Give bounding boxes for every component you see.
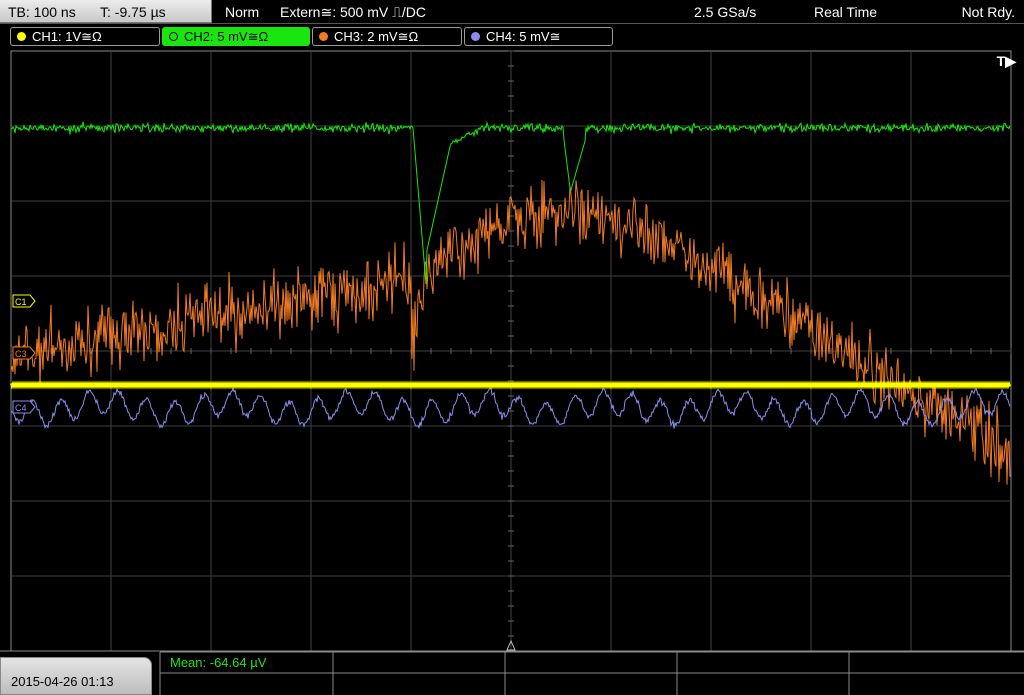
timebase-value: TB: 100 ns [8,4,76,20]
ch1-trace [10,380,1011,390]
tab-ch3[interactable]: CH3: 2 mV≅Ω [312,27,462,46]
acquisition-mode[interactable]: Real Time [814,4,877,20]
marker-label: C3 [15,349,27,359]
sample-rate[interactable]: 2.5 GSa/s [694,4,756,20]
ch2-dot-icon [169,32,178,41]
tab-ch3-label: CH3: 2 mV≅Ω [334,29,419,44]
trigger-marker-icon: T▶ [996,53,1016,69]
trigger-position-value: T: -9.75 µs [100,4,166,20]
marker-c3-icon[interactable]: C3 [12,346,36,360]
ch4-dot-icon [471,32,480,41]
trigger-mode[interactable]: Norm [225,4,259,20]
marker-label: C1 [15,297,27,307]
ch3-dot-icon [319,32,328,41]
tab-ch1[interactable]: CH1: 1V≅Ω [10,27,160,46]
trigger-status: Not Rdy. [961,4,1015,20]
tab-ch2[interactable]: CH2: 5 mV≅Ω [162,27,310,46]
divider [0,23,1024,24]
tab-ch4-label: CH4: 5 mV≅ [486,29,561,44]
tab-ch2-label: CH2: 5 mV≅Ω [184,29,269,44]
waveform-display[interactable]: C1 C3 C4 [0,50,1024,655]
status-bar: TB: 100 ns T: -9.75 µs Norm Extern≅: 500… [0,0,1024,24]
marker-label: C4 [15,403,27,413]
trigger-source[interactable]: Extern≅: 500 mV ⎍/DC [280,4,426,21]
marker-c1-icon[interactable]: C1 [12,294,36,308]
measurement-panel [159,651,1024,695]
ch1-dot-icon [17,32,26,41]
marker-c4-icon[interactable]: C4 [12,400,36,414]
tab-ch1-label: CH1: 1V≅Ω [32,29,102,44]
tab-ch4[interactable]: CH4: 5 mV≅ [464,27,613,46]
timebase-box[interactable]: TB: 100 ns T: -9.75 µs [0,0,212,23]
